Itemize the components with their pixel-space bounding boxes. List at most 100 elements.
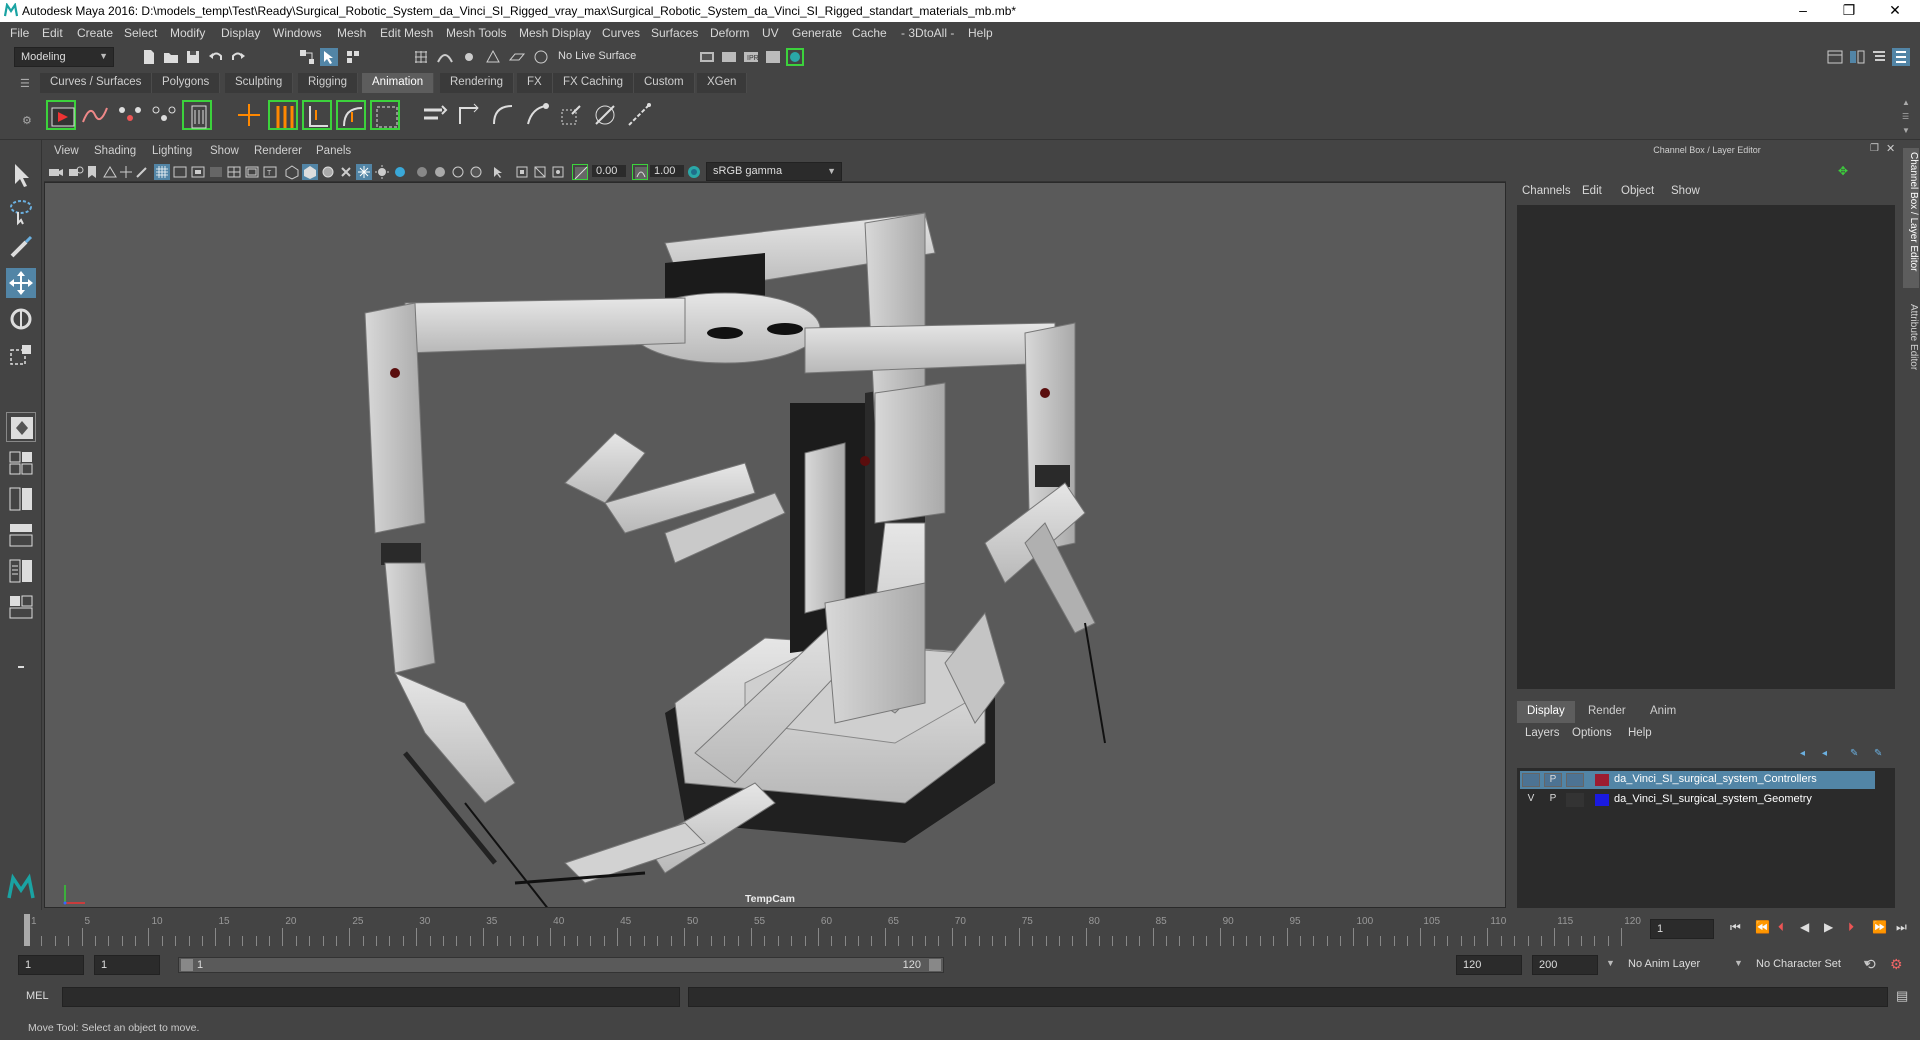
scale-tool-icon[interactable] (6, 340, 36, 370)
outliner-icon[interactable] (1870, 48, 1888, 66)
shelf-scroll-up-icon[interactable]: ▲ (1902, 98, 1910, 107)
tab-anim[interactable]: Anim (1640, 701, 1686, 723)
menu-curves[interactable]: Curves (602, 26, 640, 40)
step-back-frame-icon[interactable]: ⏴ (1778, 920, 1784, 935)
lattice-icon[interactable] (370, 100, 400, 130)
2d-pan-zoom-icon[interactable] (118, 164, 134, 180)
tab-xgen[interactable]: XGen (697, 73, 748, 93)
menu-windows[interactable]: Windows (273, 26, 322, 40)
menu-3dtoall[interactable]: - 3DtoAll - (901, 26, 954, 40)
minimize-button[interactable]: – (1780, 0, 1826, 22)
exposure-value[interactable]: 0.00 (592, 165, 626, 177)
character-set-dropdown[interactable]: No Character Set (1750, 955, 1876, 975)
play-backwards-icon[interactable]: ◀ (1800, 920, 1809, 934)
menu-create[interactable]: Create (77, 26, 113, 40)
motion-blur-icon[interactable] (414, 164, 430, 180)
isolate-select-icon[interactable] (490, 164, 506, 180)
play-forwards-icon[interactable]: ▶ (1824, 920, 1833, 934)
anti-aliasing-icon[interactable] (432, 164, 448, 180)
hypershade-icon[interactable] (786, 48, 804, 66)
menu-uv[interactable]: UV (762, 26, 779, 40)
exposure-icon[interactable] (572, 164, 588, 180)
side-by-side-layout-icon[interactable] (6, 484, 36, 514)
undo-icon[interactable] (207, 48, 225, 66)
trax-editor-icon[interactable] (148, 100, 178, 130)
select-object-icon[interactable] (320, 48, 338, 66)
camera-attributes-icon[interactable] (68, 164, 84, 180)
tab-display[interactable]: Display (1517, 701, 1575, 723)
gate-mask-icon[interactable] (208, 164, 224, 180)
ik-handle-icon[interactable] (268, 100, 298, 130)
layer-color-swatch[interactable] (1595, 774, 1609, 786)
menu-cache[interactable]: Cache (852, 26, 887, 40)
field-chart-icon[interactable] (226, 164, 242, 180)
new-layer-icon[interactable]: ✎ (1850, 748, 1858, 759)
channel-menu-show[interactable]: Show (1671, 185, 1700, 197)
menu-mesh[interactable]: Mesh (337, 26, 366, 40)
layer-visibility-toggle[interactable] (1522, 773, 1540, 787)
shelf-settings-icon[interactable]: ⚙ (22, 114, 32, 127)
snap-point-icon[interactable] (460, 48, 478, 66)
color-management-icon[interactable] (686, 164, 702, 180)
channel-box-toggle-icon[interactable] (1892, 48, 1910, 66)
close-button[interactable]: ✕ (1872, 0, 1918, 22)
current-frame-field[interactable]: 1 (1650, 919, 1714, 939)
menu-select[interactable]: Select (124, 26, 157, 40)
live-surface-field[interactable]: No Live Surface (552, 47, 656, 67)
layer-row[interactable]: P da_Vinci_SI_surgical_system_Controller… (1520, 771, 1875, 789)
safe-action-icon[interactable] (244, 164, 260, 180)
parent-constraint-icon[interactable] (420, 100, 450, 130)
end-time-field[interactable]: 200 (1532, 955, 1598, 975)
layer-playback-toggle[interactable]: P (1544, 793, 1562, 807)
command-language-label[interactable]: MEL (26, 990, 49, 1002)
bookmark-icon[interactable] (84, 164, 100, 180)
mode-dropdown[interactable]: Modeling ▼ (14, 47, 114, 67)
graph-editor-icon[interactable] (80, 100, 110, 130)
tab-rigging[interactable]: Rigging (298, 73, 358, 93)
shadows-icon[interactable] (374, 164, 390, 180)
snap-projected-icon[interactable] (484, 48, 502, 66)
grid-toggle-icon[interactable] (154, 164, 170, 180)
shelf-menu-icon-right[interactable]: ☰ (1902, 112, 1909, 121)
float-panel-icon[interactable]: ❐ (1870, 143, 1879, 154)
menu-help[interactable]: Help (968, 26, 993, 40)
create-joint-icon[interactable] (234, 100, 264, 130)
viewport-menu-show[interactable]: Show (210, 145, 239, 157)
layer-playback-toggle[interactable]: P (1544, 773, 1562, 787)
chevron-down-icon[interactable]: ▼ (1606, 958, 1615, 968)
layer-display-type-toggle[interactable] (1566, 793, 1584, 807)
restore-button[interactable]: ❐ (1826, 0, 1872, 22)
playback-end-field[interactable]: 120 (1456, 955, 1522, 975)
side-tab-attribute-editor[interactable]: Attribute Editor (1903, 300, 1919, 390)
channel-menu-object[interactable]: Object (1621, 185, 1654, 197)
layer-row[interactable]: V P da_Vinci_SI_surgical_system_Geometry (1520, 791, 1875, 809)
select-component-icon[interactable] (344, 48, 362, 66)
snap-curve-icon[interactable] (436, 48, 454, 66)
grease-pencil-icon[interactable] (134, 164, 150, 180)
screen-space-icon[interactable] (468, 164, 484, 180)
bind-skin-icon[interactable] (302, 100, 332, 130)
animation-prefs-icon[interactable]: ⚙ (1890, 956, 1903, 973)
point-constraint-icon[interactable] (454, 100, 484, 130)
step-back-key-icon[interactable]: ⏪ (1755, 920, 1770, 934)
redo-icon[interactable] (229, 48, 247, 66)
scale-constraint-icon[interactable] (556, 100, 586, 130)
layer-display-type-toggle[interactable] (1566, 773, 1584, 787)
channel-manipulator-icon[interactable]: ✥ (1838, 164, 1848, 178)
channel-menu-edit[interactable]: Edit (1582, 185, 1602, 197)
set-key-icon[interactable] (46, 100, 76, 130)
tab-custom[interactable]: Custom (634, 73, 695, 93)
layer-color-swatch[interactable] (1595, 794, 1609, 806)
auto-key-icon[interactable]: ⟲ (1864, 956, 1876, 973)
viewport-menu-panels[interactable]: Panels (316, 145, 351, 157)
workspace-icon[interactable] (1826, 48, 1844, 66)
four-view-layout-icon[interactable] (6, 448, 36, 478)
use-all-lights-icon[interactable] (356, 164, 372, 180)
close-panel-icon[interactable]: ✕ (1886, 142, 1895, 155)
hypershade-layout-icon[interactable] (6, 592, 36, 622)
script-editor-icon[interactable]: ▤ (1896, 988, 1908, 1004)
command-input[interactable] (62, 987, 680, 1007)
move-tool-icon[interactable] (6, 268, 36, 298)
tab-sculpting[interactable]: Sculpting (225, 73, 294, 93)
film-gate-icon[interactable] (172, 164, 188, 180)
